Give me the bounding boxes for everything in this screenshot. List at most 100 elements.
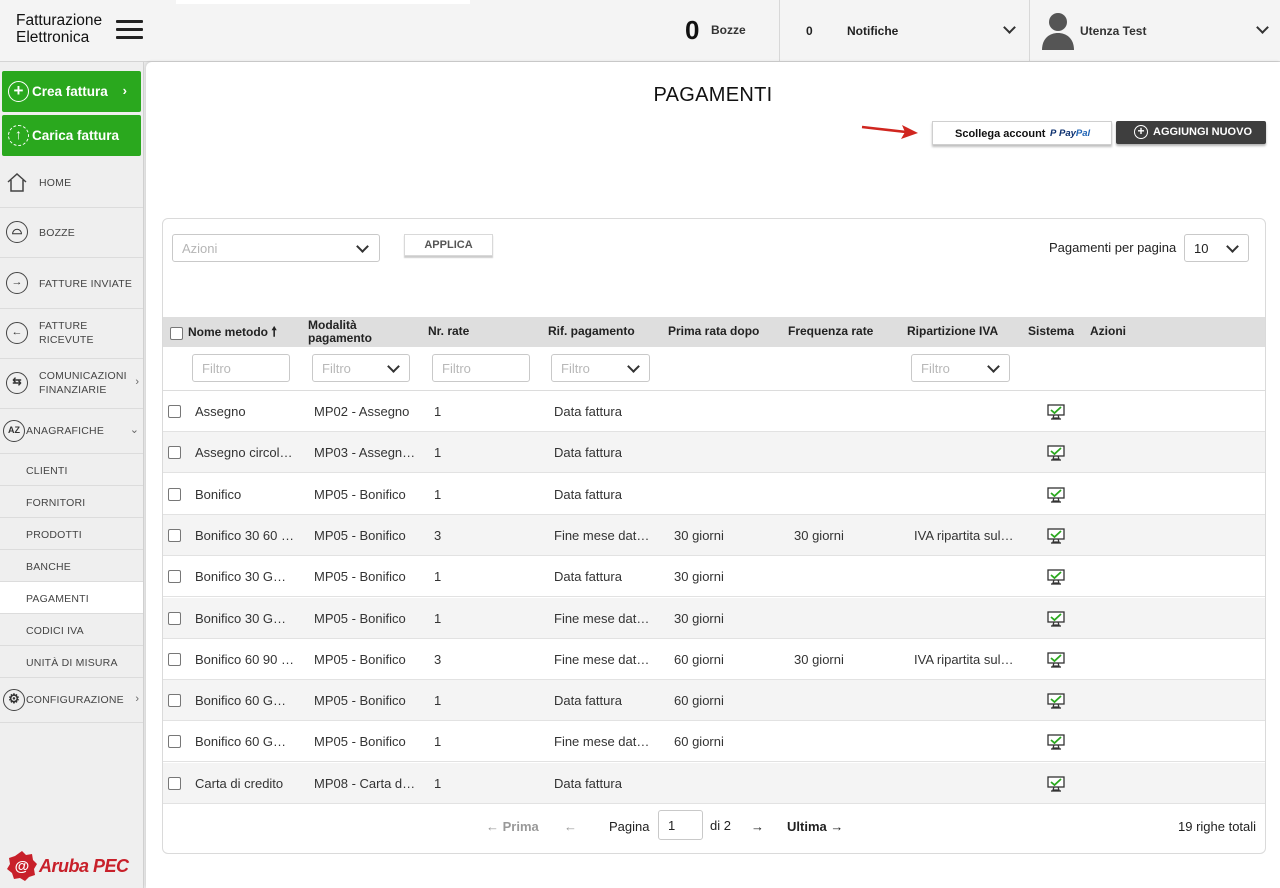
select-all-checkbox[interactable]	[170, 327, 183, 340]
chevron-down-icon	[356, 240, 369, 253]
apply-button[interactable]: APPLICA	[404, 234, 493, 256]
installments-filter-input[interactable]: Filtro	[432, 354, 530, 382]
create-invoice-button[interactable]: + Crea fattura ›	[2, 71, 141, 112]
sidebar-subitem-clients[interactable]: CLIENTI	[0, 454, 143, 486]
sidebar-subitem-banks[interactable]: BANCHE	[0, 550, 143, 582]
mode-filter-select[interactable]: Filtro	[312, 354, 410, 382]
col-name-header[interactable]: Nome metodo 🠕	[188, 325, 277, 339]
row-checkbox[interactable]	[168, 652, 181, 666]
upload-invoice-button[interactable]: ↑ Carica fattura	[2, 115, 141, 156]
cell-mode: MP05 - Bonifico	[314, 610, 406, 626]
col-installments-header: Nr. rate	[428, 324, 470, 338]
sidebar-subitem-units[interactable]: UNITÀ DI MISURA	[0, 646, 143, 678]
table-row[interactable]: Bonifico 30 60 GG MP05 - Bonifico 3 Fine me…	[163, 514, 1265, 556]
last-page-button[interactable]: Ultima →	[787, 819, 843, 834]
per-page-select[interactable]: 10	[1184, 234, 1249, 262]
page-label: Pagina	[609, 819, 650, 834]
table-row[interactable]: Bonifico 60 GG FM MP05 - Bonifico 1 Fine me…	[163, 721, 1265, 763]
arrow-left-circle-icon: ←	[6, 322, 28, 344]
row-checkbox[interactable]	[168, 405, 181, 418]
sidebar-subitem-products[interactable]: PRODOTTI	[0, 518, 143, 550]
app-logo[interactable]: Fatturazione Elettronica	[16, 12, 102, 46]
cell-ref: Fine mese data fattura	[554, 651, 652, 667]
table-row[interactable]: Bonifico 60 90 GG MP05 - Bonifico 3 Fine me…	[163, 639, 1265, 680]
page-number-input[interactable]	[658, 810, 703, 840]
topbar-divider	[779, 0, 780, 61]
sidebar-item-registry[interactable]: AZ ANAGRAFICHE ⌄	[0, 409, 143, 454]
cell-installments: 1	[434, 486, 442, 502]
plus-circle-icon: +	[8, 81, 29, 102]
row-checkbox[interactable]	[168, 735, 181, 749]
bulk-actions-select[interactable]: Azioni	[172, 234, 380, 262]
prev-page-arrow-icon[interactable]: ←	[564, 819, 577, 834]
next-page-arrow-icon[interactable]: →	[751, 819, 764, 834]
table-row[interactable]: Bonifico MP05 - Bonifico 1 Data fattura	[163, 474, 1265, 515]
table-row[interactable]: Assegno circolare MP03 - Assegno circolar…	[163, 432, 1265, 474]
hamburger-menu-icon[interactable]	[116, 20, 143, 40]
top-bar: Fatturazione Elettronica 0 Bozze 0 Notif…	[0, 0, 1280, 62]
chevron-down-icon	[987, 360, 1000, 373]
cell-ref: Data fattura	[554, 693, 622, 709]
sidebar: + Crea fattura › ↑ Carica fattura HOME ⌓…	[0, 62, 144, 888]
system-monitor-icon	[1047, 404, 1065, 420]
sidebar-item-label: CONFIGURAZIONE	[26, 694, 124, 706]
cell-mode: MP05 - Bonifico	[314, 486, 406, 502]
chevron-down-icon: ⌄	[129, 424, 139, 436]
sidebar-item-home[interactable]: HOME	[0, 159, 143, 208]
cell-name: Bonifico 30 GG FM	[195, 610, 295, 626]
row-checkbox[interactable]	[168, 611, 181, 625]
row-checkbox[interactable]	[168, 570, 181, 584]
sidebar-item-received-invoices[interactable]: ← FATTURE RICEVUTE	[0, 309, 143, 359]
add-new-button[interactable]: + AGGIUNGI NUOVO	[1116, 121, 1266, 144]
sidebar-item-drafts[interactable]: ⌓ BOZZE	[0, 208, 143, 258]
chevron-down-icon	[387, 360, 400, 373]
sidebar-item-sent-invoices[interactable]: → FATTURE INVIATE	[0, 258, 143, 309]
ref-filter-select[interactable]: Filtro	[551, 354, 650, 382]
sidebar-subitem-vat-codes[interactable]: CODICI IVA	[0, 614, 143, 646]
drafts-counter[interactable]: 0 Bozze	[670, 0, 780, 61]
row-checkbox[interactable]	[168, 694, 181, 708]
chevron-right-icon: ›	[135, 693, 139, 705]
first-page-button[interactable]: ← Prima	[486, 819, 539, 834]
system-monitor-icon	[1047, 776, 1065, 792]
row-checkbox[interactable]	[168, 776, 181, 790]
sidebar-item-financial-communications[interactable]: ⇆ COMUNICAZIONI FINANZIARIE ›	[0, 359, 143, 409]
per-page-label: Pagamenti per pagina	[1049, 240, 1177, 255]
cell-mode: MP02 - Assegno	[314, 404, 410, 419]
table-row[interactable]: Assegno MP02 - Assegno 1 Data fattura	[163, 391, 1265, 432]
vat-filter-select[interactable]: Filtro	[911, 354, 1010, 382]
chevron-down-icon	[1256, 21, 1269, 34]
topbar-strip	[176, 0, 470, 4]
table-row[interactable]: Carta di credito MP08 - Carta di pagament…	[163, 762, 1265, 804]
sidebar-item-configuration[interactable]: ⚙ CONFIGURAZIONE ›	[0, 678, 143, 723]
table-row[interactable]: Bonifico 30 GG FM MP05 - Bonifico 1 Fine me…	[163, 597, 1265, 639]
pagination: ← Prima ← Pagina di 2 → Ultima → 19 righ…	[163, 805, 1265, 845]
cell-installments: 1	[434, 610, 442, 626]
cell-mode: MP05 - Bonifico	[314, 569, 406, 585]
sidebar-subitem-suppliers[interactable]: FORNITORI	[0, 486, 143, 518]
name-filter-input[interactable]: Filtro	[192, 354, 290, 382]
cell-name: Bonifico	[195, 486, 242, 502]
add-new-label: AGGIUNGI NUOVO	[1153, 126, 1253, 138]
sidebar-subitem-label: UNITÀ DI MISURA	[26, 657, 118, 669]
per-page-value: 10	[1194, 241, 1209, 256]
main-content: PAGAMENTI Scollega account P PayPal + AG…	[146, 62, 1280, 888]
drafts-label: Bozze	[711, 23, 746, 37]
row-checkbox[interactable]	[168, 446, 181, 460]
unlink-paypal-button[interactable]: Scollega account P PayPal	[932, 121, 1112, 145]
upload-invoice-label: Carica fattura	[32, 128, 120, 143]
row-checkbox[interactable]	[168, 487, 181, 501]
page-count: di 2	[710, 818, 731, 833]
gear-icon: ⚙	[3, 689, 25, 711]
plus-circle-icon: +	[1134, 125, 1148, 139]
table-row[interactable]: Bonifico 30 GG DF MP05 - Bonifico 1 Data fa…	[163, 556, 1265, 598]
avatar-icon	[1042, 13, 1074, 50]
sidebar-item-label: BOZZE	[39, 227, 76, 239]
table-row[interactable]: Bonifico 60 GG DF MP05 - Bonifico 1 Data fa…	[163, 680, 1265, 722]
brand-logo: @ Aruba PEC	[6, 850, 138, 882]
notifications-dropdown[interactable]: 0 Notifiche	[781, 0, 1029, 61]
row-checkbox[interactable]	[168, 528, 181, 542]
user-menu[interactable]: Utenza Test	[1030, 0, 1280, 61]
cell-installments: 1	[434, 734, 442, 750]
sidebar-subitem-payments[interactable]: PAGAMENTI	[0, 582, 143, 614]
